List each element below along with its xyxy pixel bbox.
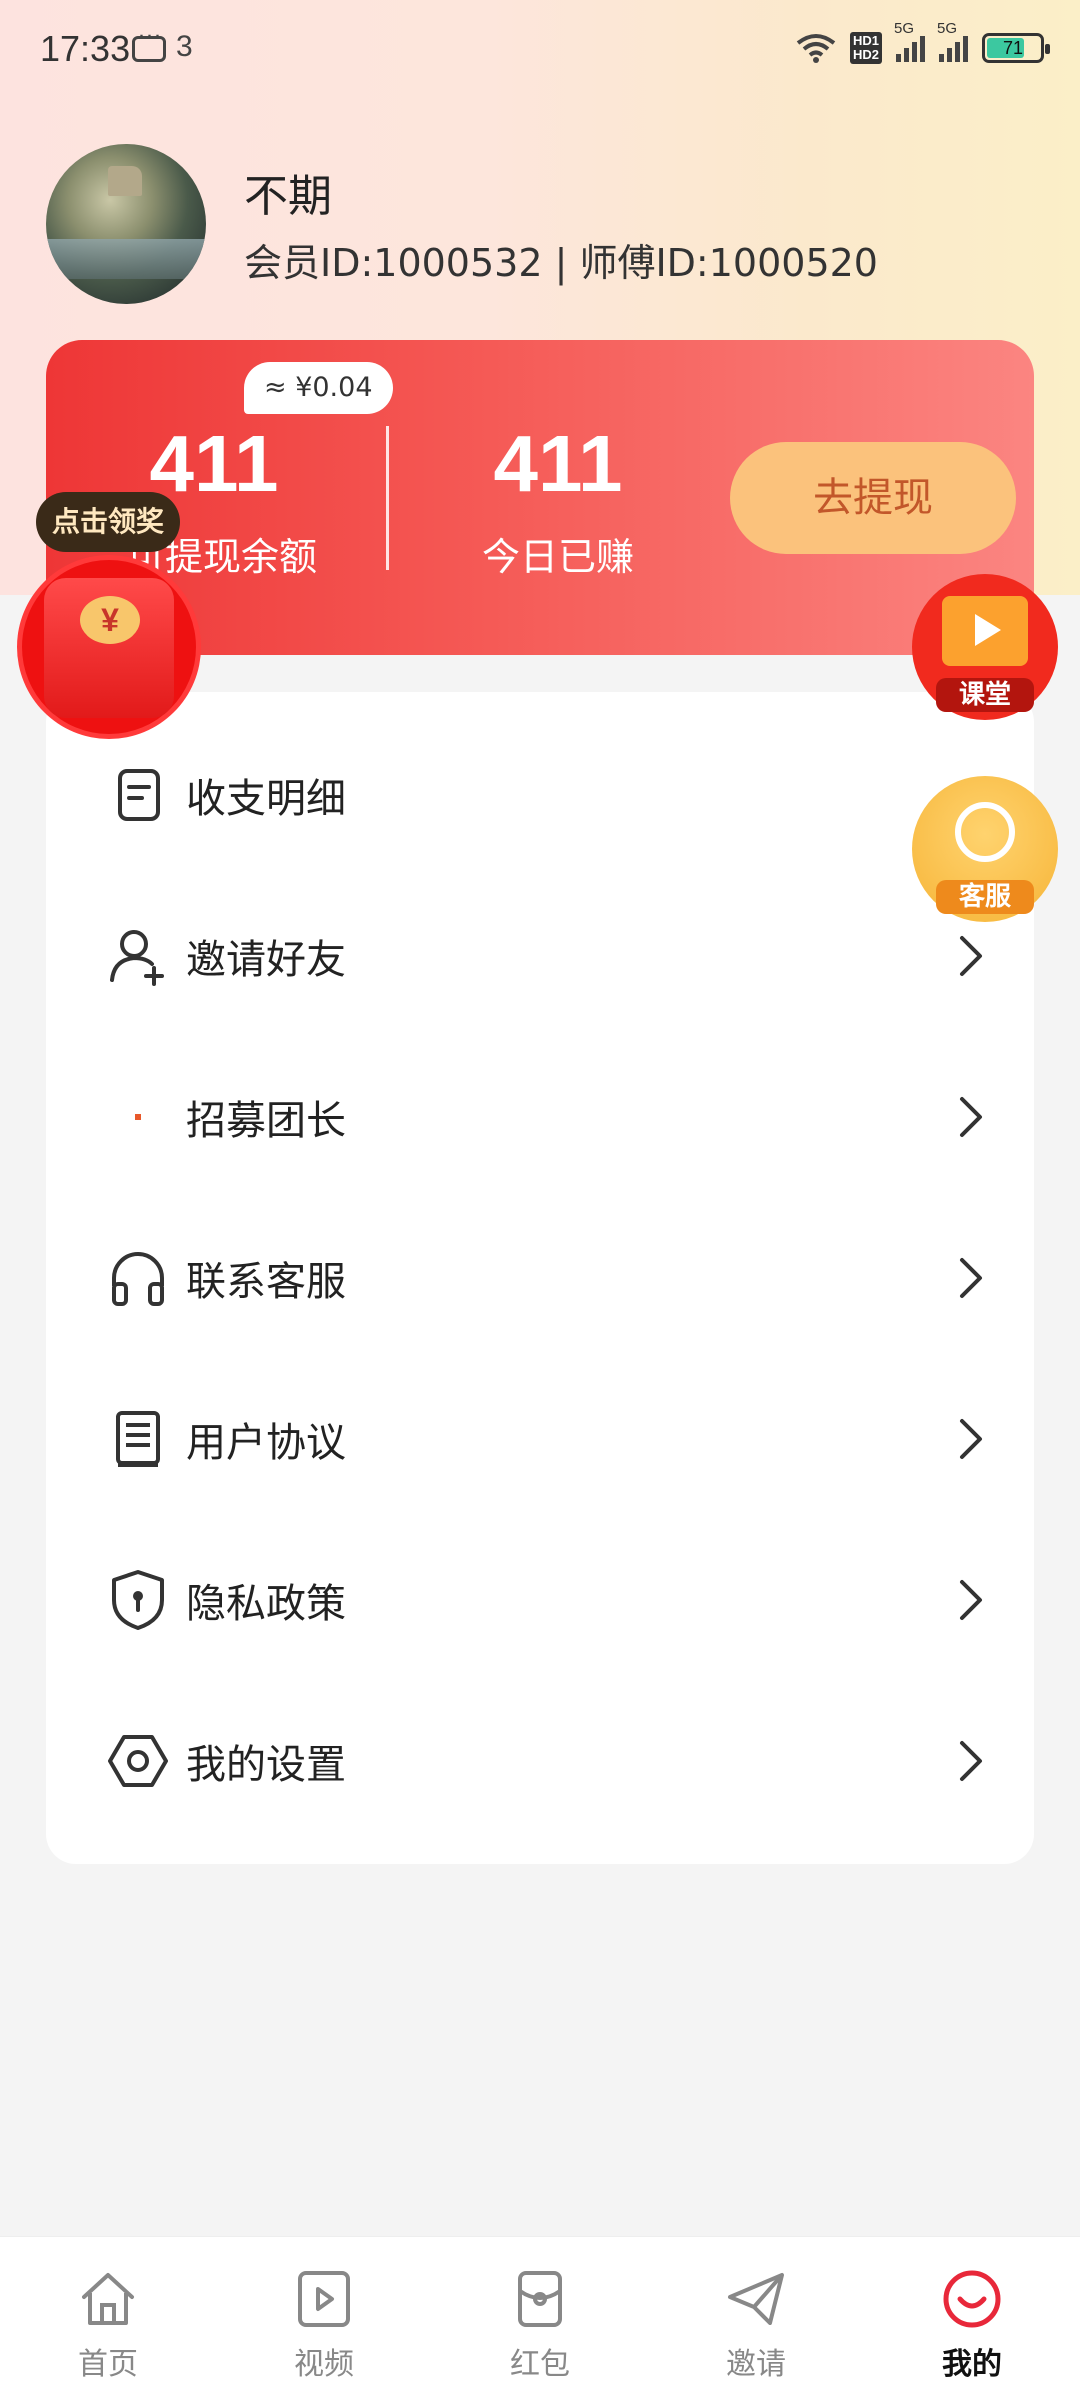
menu-item-my-settings[interactable]: 我的设置 <box>46 1680 1034 1841</box>
today-earned-amount: 411 <box>493 419 623 508</box>
nav-red-packet[interactable]: 红包 <box>432 2237 648 2400</box>
avatar[interactable] <box>46 144 206 304</box>
document-icon <box>116 1410 160 1467</box>
chevron-right-icon <box>960 1096 982 1137</box>
video-icon <box>298 2271 350 2327</box>
bottom-nav: 首页 视频 红包 邀请 我的 <box>0 2236 1080 2400</box>
message-icon <box>132 25 166 62</box>
signal-icon: 5G <box>894 20 925 62</box>
menu-item-privacy-policy[interactable]: 隐私政策 <box>46 1519 1034 1680</box>
wifi-icon <box>796 34 836 63</box>
notification-count: 3 <box>176 30 193 63</box>
headset-icon <box>112 1251 164 1306</box>
recruit-icon <box>135 1113 141 1120</box>
home-icon <box>82 2273 134 2325</box>
battery-icon: 71 <box>982 33 1050 63</box>
menu-item-bill-details[interactable]: 收支明细 <box>46 714 1034 875</box>
menu-item-label: 邀请好友 <box>186 936 346 983</box>
username: 不期 <box>244 171 332 222</box>
nav-label: 红包 <box>510 2347 570 2382</box>
approx-value-badge: ≈ ¥0.04 <box>244 362 393 414</box>
classroom-label: 课堂 <box>936 678 1034 712</box>
nav-label: 视频 <box>294 2347 354 2382</box>
bill-icon <box>118 768 160 821</box>
nav-video[interactable]: 视频 <box>216 2237 432 2400</box>
menu-item-invite-friends[interactable]: 邀请好友 <box>46 875 1034 1036</box>
chevron-right-icon <box>960 1579 982 1620</box>
customer-service-float-button[interactable]: 客服 <box>912 776 1058 922</box>
status-indicators: HD1 HD2 5G 5G 71 <box>796 20 1050 68</box>
today-earned-label: 今日已赚 <box>481 535 634 579</box>
red-packet-icon: ¥ <box>44 578 174 718</box>
member-id-line: 会员ID:1000532 | 师傅ID:1000520 <box>244 241 878 285</box>
menu-item-contact-service[interactable]: 联系客服 <box>46 1197 1034 1358</box>
chevron-right-icon <box>960 1418 982 1459</box>
send-icon <box>728 2273 784 2325</box>
menu-item-label: 隐私政策 <box>186 1580 346 1627</box>
nav-invite[interactable]: 邀请 <box>648 2237 864 2400</box>
hd-badge: HD1 HD2 <box>849 32 882 64</box>
nav-label: 我的 <box>942 2347 1002 2382</box>
menu-item-label: 用户协议 <box>186 1419 346 1466</box>
play-book-icon <box>942 596 1028 666</box>
chevron-right-icon <box>960 1740 982 1781</box>
add-user-icon <box>110 929 164 986</box>
menu-item-recruit-leader[interactable]: 招募团长 <box>46 1036 1034 1197</box>
customer-service-label: 客服 <box>936 880 1034 914</box>
battery-level: 71 <box>1002 38 1024 58</box>
status-time: 17:33 <box>40 28 131 69</box>
red-packet-icon <box>518 2271 562 2327</box>
stat-divider <box>386 426 389 570</box>
shield-lock-icon <box>112 1569 164 1630</box>
menu-item-user-agreement[interactable]: 用户协议 <box>46 1358 1034 1519</box>
nav-label: 首页 <box>78 2347 138 2382</box>
agent-headset-icon <box>955 802 1015 862</box>
nav-home[interactable]: 首页 <box>0 2237 216 2400</box>
status-bar: 17:33 3 HD1HD2 5G 5G 71 <box>0 0 1080 100</box>
signal-icon: 5G <box>937 20 968 62</box>
claim-reward-tip[interactable]: 点击领奖 <box>36 492 181 552</box>
withdraw-button[interactable]: 去提现 <box>730 442 1016 554</box>
red-packet-float-button[interactable]: ¥ <box>22 560 196 734</box>
settings-icon <box>108 1734 168 1787</box>
menu-item-label: 招募团长 <box>186 1097 346 1144</box>
coin-icon: ¥ <box>80 596 140 644</box>
menu-item-label: 我的设置 <box>186 1741 346 1788</box>
classroom-float-button[interactable]: 课堂 <box>912 574 1058 720</box>
nav-mine[interactable]: 我的 <box>864 2237 1080 2400</box>
menu-item-label: 收支明细 <box>186 775 346 822</box>
smile-icon <box>943 2270 1001 2328</box>
chevron-right-icon <box>960 935 982 976</box>
chevron-right-icon <box>960 1257 982 1298</box>
nav-label: 邀请 <box>726 2347 786 2382</box>
menu-item-label: 联系客服 <box>186 1258 346 1305</box>
